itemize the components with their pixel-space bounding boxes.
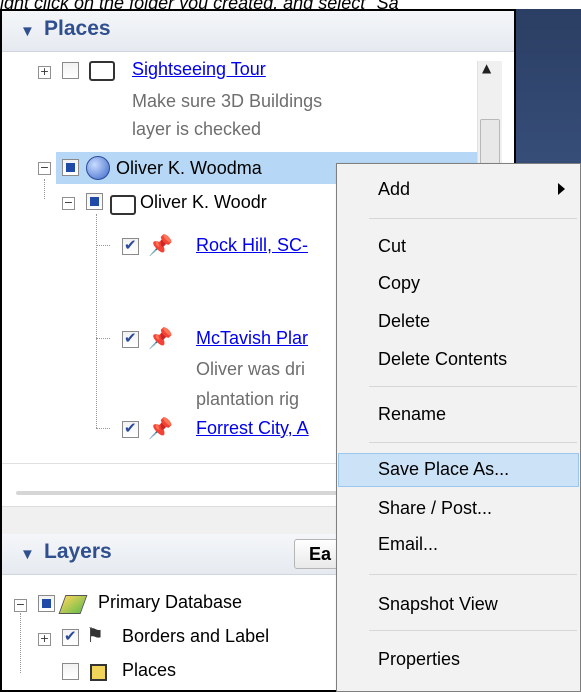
places-panel-title: Places (44, 17, 111, 40)
tree-item-label[interactable]: Rock Hill, SC- (196, 235, 308, 256)
places-layer-icon (90, 664, 107, 681)
places-panel-header[interactable]: ▼ Places (2, 11, 514, 52)
collapse-minus-icon[interactable]: − (62, 197, 75, 210)
pushpin-icon: 📌 (148, 326, 173, 350)
checkbox[interactable] (62, 627, 79, 646)
pushpin-icon: 📌 (148, 233, 173, 257)
collapse-minus-icon[interactable]: − (14, 599, 27, 612)
menu-item-properties[interactable]: Properties (338, 643, 579, 677)
menu-item-label: Save Place As... (378, 459, 510, 479)
flag-icon: ⚑ (86, 623, 104, 647)
tree-connector (20, 613, 21, 673)
context-menu: Add Cut Copy Delete Delete Contents Rena… (336, 163, 581, 692)
layers-panel-title: Layers (44, 540, 112, 563)
menu-item-snapshot-view[interactable]: Snapshot View (338, 588, 579, 622)
menu-separator (369, 386, 577, 387)
checkbox[interactable] (38, 595, 55, 612)
menu-separator (369, 630, 577, 631)
collapse-triangle-icon[interactable]: ▼ (20, 23, 35, 40)
menu-item-label: Share / Post... (378, 498, 493, 518)
tree-item-description: Make sure 3D Buildings (132, 91, 323, 111)
earth-gallery-button-label: Ea (309, 544, 332, 564)
menu-item-email[interactable]: Email... (338, 528, 579, 562)
tree-item-label[interactable]: Oliver K. Woodr (140, 192, 267, 213)
folder-icon (89, 61, 115, 81)
checkbox[interactable] (122, 329, 139, 348)
menu-item-label: Properties (378, 649, 461, 669)
menu-item-share-post[interactable]: Share / Post... (338, 492, 579, 526)
menu-item-delete[interactable]: Delete (338, 305, 579, 339)
collapse-triangle-icon[interactable]: ▼ (20, 546, 35, 563)
tree-item-description: layer is checked (132, 119, 262, 139)
tree-item-label[interactable]: Oliver K. Woodma (116, 158, 262, 179)
menu-separator (369, 218, 577, 219)
checkbox[interactable] (62, 663, 79, 680)
tree-item-label[interactable]: Sightseeing Tour (132, 59, 266, 80)
layer-item-label[interactable]: Primary Database (98, 592, 242, 613)
menu-separator (369, 574, 577, 575)
tree-connector (96, 338, 110, 339)
layer-item-label[interactable]: Borders and Label (122, 626, 269, 647)
tree-connector (96, 245, 110, 246)
tree-connector (96, 428, 110, 429)
menu-item-cut[interactable]: Cut (338, 230, 579, 264)
tour-globe-icon (86, 156, 110, 180)
tree-item-description: Oliver was dri (196, 359, 306, 379)
layers-stack-icon (58, 595, 88, 614)
tree-connector (96, 214, 97, 428)
menu-item-label: Copy (378, 273, 421, 293)
menu-item-label: Add (378, 179, 411, 199)
menu-item-add[interactable]: Add (338, 173, 579, 207)
submenu-arrow-icon (558, 183, 565, 195)
menu-item-label: Email... (378, 534, 439, 554)
tree-item-label[interactable]: McTavish Plar (196, 328, 308, 349)
tree-connector (44, 179, 45, 199)
menu-item-delete-contents[interactable]: Delete Contents (338, 343, 579, 377)
menu-item-copy[interactable]: Copy (338, 267, 579, 301)
checkbox[interactable] (62, 62, 79, 79)
menu-item-label: Delete Contents (378, 349, 508, 369)
checkbox[interactable] (122, 419, 139, 438)
menu-separator (369, 442, 577, 443)
menu-item-label: Snapshot View (378, 594, 498, 614)
tree-item-label[interactable]: Forrest City, A (196, 418, 309, 439)
layer-item-label[interactable]: Places (122, 660, 176, 681)
checkbox[interactable] (62, 159, 79, 176)
menu-item-label: Rename (378, 404, 447, 424)
menu-item-label: Cut (378, 236, 407, 256)
checkbox[interactable] (86, 193, 103, 210)
tree-item-description: plantation rig (196, 389, 300, 409)
menu-item-label: Delete (378, 311, 431, 331)
scroll-up-arrow-icon[interactable]: ▲ (482, 61, 491, 75)
expand-plus-icon[interactable]: + (38, 633, 51, 646)
open-folder-icon (110, 195, 136, 215)
checkbox[interactable] (122, 236, 139, 255)
pushpin-icon: 📌 (148, 416, 173, 440)
menu-item-rename[interactable]: Rename (338, 398, 579, 432)
expand-plus-icon[interactable]: + (38, 66, 51, 79)
collapse-minus-icon[interactable]: − (38, 162, 51, 175)
menu-item-save-place-as[interactable]: Save Place As... (338, 453, 579, 487)
